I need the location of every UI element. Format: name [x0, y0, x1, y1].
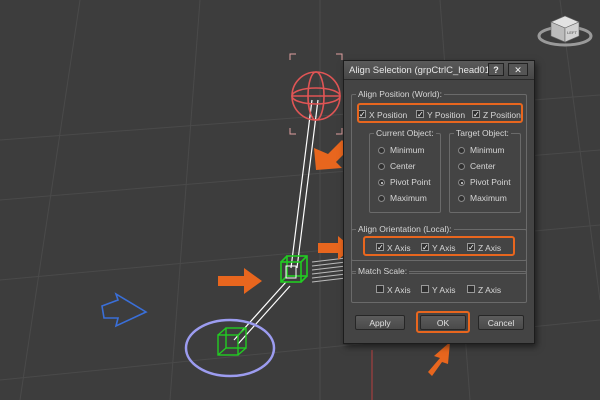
current-minimum-radio[interactable] [378, 147, 385, 154]
cancel-button[interactable]: Cancel [478, 315, 524, 330]
viewcube-face-label: LEFT [567, 30, 577, 35]
orient-x-axis-checkbox[interactable]: ✓ [376, 243, 384, 252]
scale-x-axis-label: X Axis [387, 285, 411, 295]
match-scale-group: Match Scale: X Axis Y Axis Z Axis [351, 266, 527, 303]
align-selection-dialog: Align Selection (grpCtrlC_head01) ? ✕ Al… [343, 60, 535, 344]
target-minimum-label: Minimum [470, 145, 505, 155]
target-center-radio[interactable] [458, 163, 465, 170]
check-icon: ✓ [473, 110, 480, 119]
scale-x-axis-checkbox[interactable] [376, 285, 384, 293]
y-position-label: Y Position [427, 110, 466, 120]
y-position-checkbox[interactable]: ✓ [416, 110, 424, 119]
target-object-label: Target Object: [454, 128, 511, 138]
current-minimum-label: Minimum [390, 145, 425, 155]
orient-y-axis-checkbox[interactable]: ✓ [421, 243, 429, 252]
current-pivot-point-label: Pivot Point [390, 177, 431, 187]
current-center-label: Center [390, 161, 416, 171]
z-position-checkbox[interactable]: ✓ [472, 110, 480, 119]
x-position-label: X Position [369, 110, 408, 120]
target-object-group: Target Object: Minimum Center Pivot Poin… [449, 128, 521, 213]
current-center-radio[interactable] [378, 163, 385, 170]
current-maximum-label: Maximum [390, 193, 427, 203]
orient-z-axis-checkbox[interactable]: ✓ [467, 243, 475, 252]
match-scale-label: Match Scale: [356, 266, 410, 276]
target-maximum-radio[interactable] [458, 195, 465, 202]
orient-y-axis-label: Y Axis [432, 243, 456, 253]
align-orientation-label: Align Orientation (Local): [356, 224, 454, 234]
viewcube-icon[interactable]: LEFT [535, 4, 597, 48]
target-pivot-point-label: Pivot Point [470, 177, 511, 187]
apply-button[interactable]: Apply [355, 315, 405, 330]
check-icon: ✓ [422, 243, 429, 252]
check-icon: ✓ [359, 110, 366, 119]
help-button[interactable]: ? [488, 63, 504, 76]
current-object-label: Current Object: [374, 128, 436, 138]
check-icon: ✓ [468, 243, 475, 252]
scale-y-axis-checkbox[interactable] [421, 285, 429, 293]
current-object-group: Current Object: Minimum Center Pivot Poi… [369, 128, 441, 213]
dialog-titlebar[interactable]: Align Selection (grpCtrlC_head01) ? ✕ [344, 61, 534, 80]
target-center-label: Center [470, 161, 496, 171]
current-maximum-radio[interactable] [378, 195, 385, 202]
orient-z-axis-label: Z Axis [478, 243, 502, 253]
scale-y-axis-label: Y Axis [432, 285, 456, 295]
align-orientation-group: Align Orientation (Local): ✓ X Axis ✓ Y … [351, 224, 527, 261]
orient-x-axis-label: X Axis [387, 243, 411, 253]
check-icon: ✓ [377, 243, 384, 252]
dialog-title: Align Selection (grpCtrlC_head01) [349, 65, 494, 76]
scale-z-axis-label: Z Axis [478, 285, 502, 295]
close-button[interactable]: ✕ [508, 63, 528, 76]
target-pivot-point-radio[interactable] [458, 179, 465, 186]
z-position-label: Z Position [483, 110, 521, 120]
x-position-checkbox[interactable]: ✓ [358, 110, 366, 119]
target-maximum-label: Maximum [470, 193, 507, 203]
target-minimum-radio[interactable] [458, 147, 465, 154]
ok-button[interactable]: OK [420, 315, 466, 330]
current-pivot-point-radio[interactable] [378, 179, 385, 186]
check-icon: ✓ [417, 110, 424, 119]
scale-z-axis-checkbox[interactable] [467, 285, 475, 293]
align-position-label: Align Position (World): [356, 89, 444, 99]
